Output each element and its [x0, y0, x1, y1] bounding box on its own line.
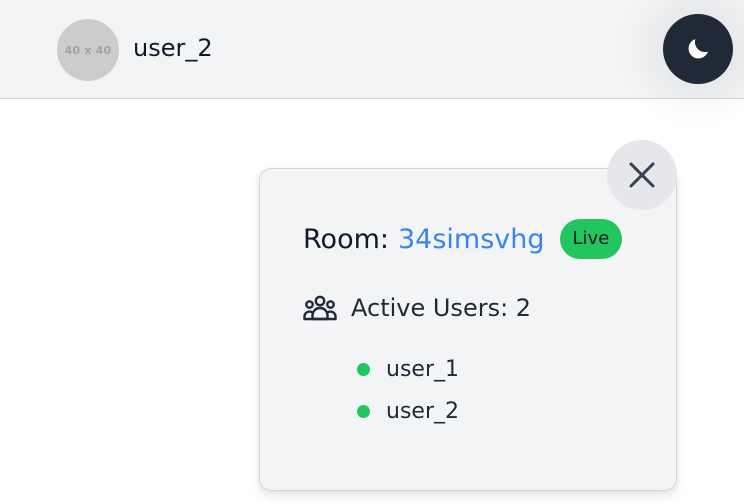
avatar-placeholder-text: 40 x 40	[64, 43, 112, 57]
moon-icon	[688, 39, 708, 59]
active-users-list: user_1 user_2	[357, 348, 459, 432]
active-users-count: Active Users: 2	[351, 294, 532, 322]
user-name: user_2	[386, 398, 459, 424]
user-name: user_1	[386, 356, 459, 382]
live-status-badge: Live	[559, 219, 623, 259]
list-item: user_2	[357, 390, 459, 432]
avatar[interactable]: 40 x 40	[57, 19, 119, 81]
room-info-panel: Room: 34simsvhg Live Active Users: 2 use…	[259, 168, 677, 491]
active-users-header: Active Users: 2	[303, 294, 531, 322]
list-item: user_1	[357, 348, 459, 390]
current-username: user_2	[133, 34, 213, 62]
users-group-icon	[303, 295, 337, 321]
close-icon	[629, 162, 655, 188]
theme-toggle-button[interactable]	[663, 14, 733, 84]
room-title: Room: 34simsvhg Live	[303, 219, 623, 259]
close-panel-button[interactable]	[607, 140, 677, 210]
room-label: Room:	[303, 223, 389, 255]
top-bar: 40 x 40 user_2	[0, 0, 744, 99]
online-status-dot	[357, 362, 370, 376]
room-id[interactable]: 34simsvhg	[398, 224, 545, 255]
online-status-dot	[357, 404, 370, 418]
